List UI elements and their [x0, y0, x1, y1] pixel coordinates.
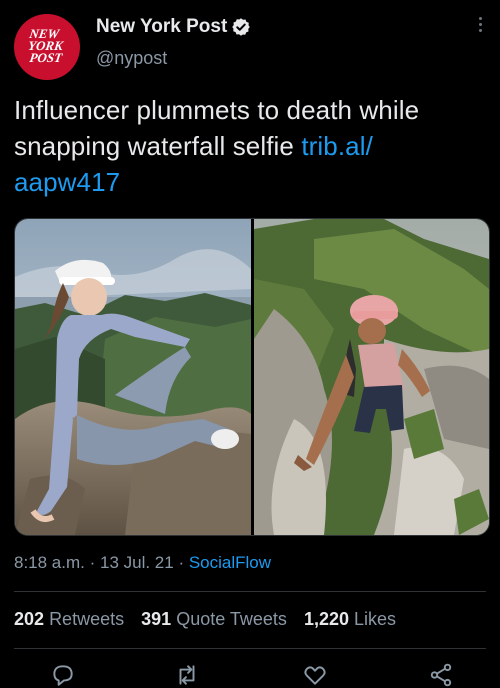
photo-summit-selfie[interactable] [15, 219, 251, 535]
photo-trail-climb[interactable] [254, 219, 489, 535]
quote-tweets-label: Quote Tweets [176, 609, 287, 629]
media-grid [14, 218, 490, 536]
reply-icon[interactable] [50, 662, 76, 688]
retweets-count: 202 [14, 609, 45, 629]
display-name[interactable]: New York Post [96, 16, 227, 38]
likes-label: Likes [354, 609, 397, 629]
meta-separator: · [84, 553, 100, 572]
meta-separator: · [173, 553, 189, 572]
tweet-time[interactable]: 8:18 a.m. [14, 553, 85, 572]
tweet-text: Influencer plummets to death while snapp… [14, 92, 484, 200]
retweet-icon[interactable] [174, 662, 200, 688]
tweet-source[interactable]: SocialFlow [189, 553, 271, 572]
quote-tweets-stat[interactable]: 391 Quote Tweets [141, 609, 287, 629]
divider [14, 648, 486, 649]
likes-count: 1,220 [303, 609, 349, 629]
handle[interactable]: @nypost [96, 48, 167, 69]
nypost-logo: NEW YORK POST [27, 26, 65, 65]
likes-stat[interactable]: 1,220 Likes [304, 609, 396, 629]
avatar[interactable]: NEW YORK POST [14, 14, 80, 80]
tweet: NEW YORK POST New York Post @nypost Infl… [0, 0, 500, 687]
like-icon[interactable] [302, 662, 328, 688]
logo-line: POST [29, 50, 65, 65]
retweets-stat[interactable]: 202 Retweets [14, 609, 124, 629]
more-options-icon[interactable] [474, 14, 486, 38]
tweet-meta: 8:18 a.m. · 13 Jul. 21 · SocialFlow [14, 553, 271, 573]
share-icon[interactable] [428, 662, 454, 688]
quote-tweets-count: 391 [141, 609, 172, 629]
tweet-date[interactable]: 13 Jul. 21 [100, 553, 174, 572]
divider [14, 591, 486, 592]
tweet-stats: 202 Retweets 391 Quote Tweets 1,220 Like… [14, 609, 408, 630]
verified-badge-icon [232, 18, 250, 36]
retweets-label: Retweets [49, 609, 125, 629]
